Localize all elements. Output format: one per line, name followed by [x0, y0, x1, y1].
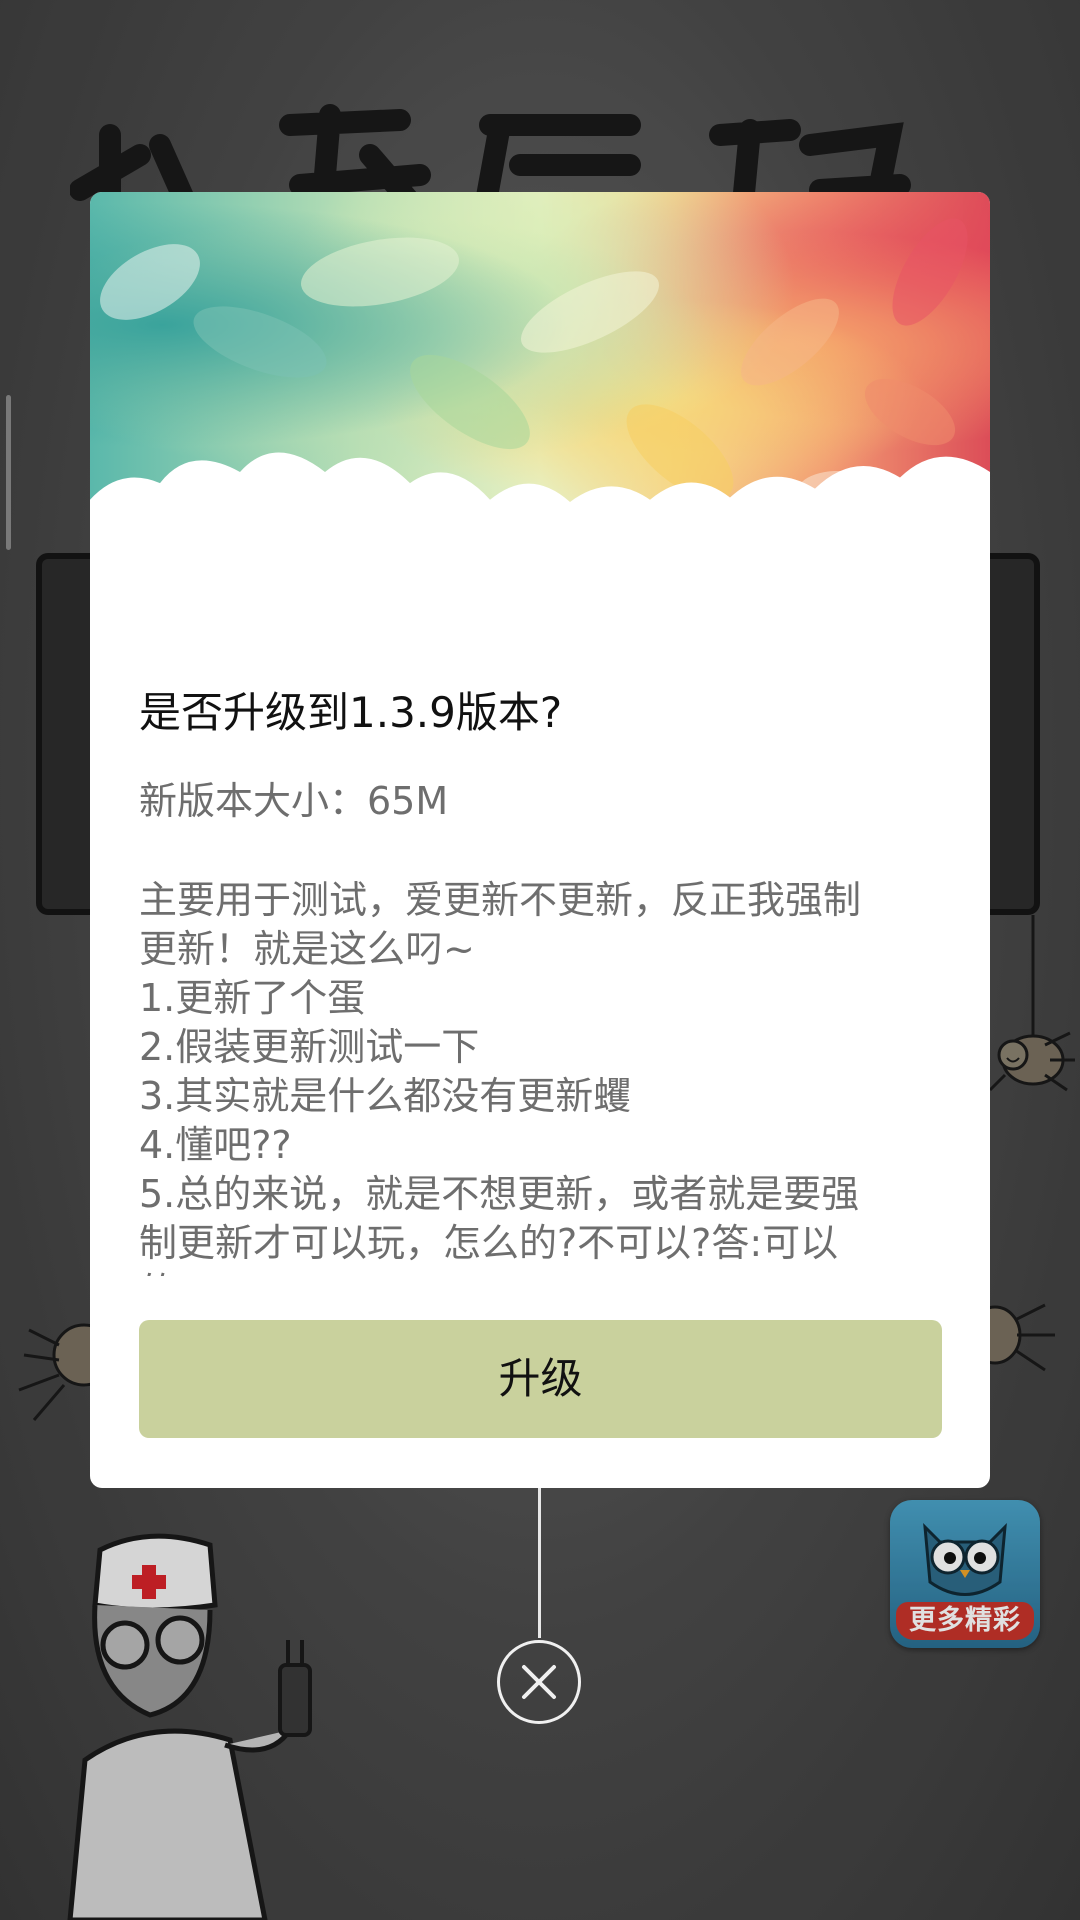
release-note-line: 更新！就是这么叼~ [139, 927, 475, 971]
release-note-line: 1.更新了个蛋 [139, 976, 366, 1020]
cloud-edge [90, 452, 990, 622]
release-note-line: 4.懂吧?? [139, 1123, 292, 1167]
version-size-text: 新版本大小：65M [139, 779, 449, 823]
upgrade-button[interactable]: 升级 [139, 1320, 942, 1438]
update-dialog: 是否升级到1.3.9版本? 新版本大小：65M 主要用于测试，爱更新不更新，反正… [90, 192, 990, 1488]
release-note-line: 2.假装更新测试一下 [139, 1025, 480, 1069]
release-note-line: 制更新才可以玩，怎么的?不可以?答:可以 [139, 1221, 839, 1265]
release-note-line: 3.其实就是什么都没有更新蠼 [139, 1074, 632, 1118]
close-connector-line [538, 1488, 541, 1638]
game-screen: 更多精彩 是否升级到1.3.9版本? 新版本大小：65M 主要用于测试，爱更新不… [0, 0, 1080, 1920]
release-note-line: 5.总的来说，就是不想更新，或者就是要强 [139, 1172, 860, 1216]
close-icon [522, 1665, 556, 1699]
release-notes[interactable]: 主要用于测试，爱更新不更新，反正我强制 更新！就是这么叼~ 1.更新了个蛋 2.… [139, 876, 944, 1276]
release-note-line: 主要用于测试，爱更新不更新，反正我强制 [139, 878, 862, 922]
release-note-line: 的 niubi! @_@ [139, 1268, 944, 1276]
dialog-title: 是否升级到1.3.9版本? [139, 688, 563, 737]
close-dialog-button[interactable] [497, 1640, 581, 1724]
